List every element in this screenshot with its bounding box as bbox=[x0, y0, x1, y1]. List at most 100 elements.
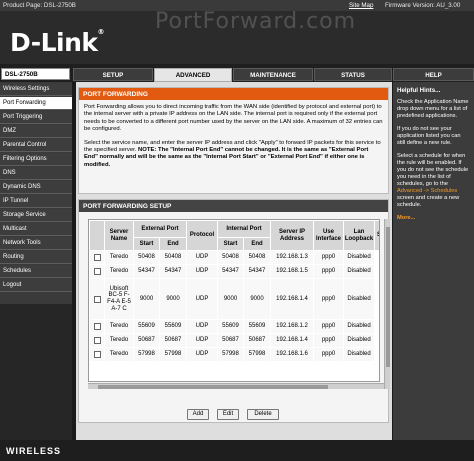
col-server-ip: Server IP Address bbox=[271, 221, 313, 250]
sidebar-item-multicast[interactable]: Multicast bbox=[0, 223, 72, 236]
tab-status[interactable]: STATUS bbox=[314, 68, 392, 81]
cell-server-ip: 192.168.1.4 bbox=[271, 334, 313, 347]
delete-button[interactable]: Delete bbox=[247, 409, 279, 420]
sidebar-item-port-forwarding[interactable]: Port Forwarding bbox=[0, 97, 72, 110]
cell-interface: ppp0 bbox=[314, 279, 343, 319]
horizontal-scrollbar[interactable] bbox=[88, 383, 384, 389]
cell-server-name: Teredo bbox=[105, 334, 133, 347]
model-label: DSL-2750B bbox=[1, 68, 70, 80]
cell-ext-end: 57998 bbox=[160, 348, 186, 361]
cell-int-start: 57998 bbox=[218, 348, 243, 361]
cell-loopback: Disabled bbox=[344, 251, 374, 264]
cell-int-end: 50687 bbox=[244, 334, 270, 347]
tab-help[interactable]: HELP bbox=[393, 68, 474, 81]
description-paragraph-1: Port Forwarding allows you to direct inc… bbox=[84, 104, 383, 133]
row-checkbox-cell bbox=[90, 265, 104, 278]
row-checkbox[interactable] bbox=[93, 295, 101, 303]
cell-server-name: Teredo bbox=[105, 265, 133, 278]
sidebar-item-routing[interactable]: Routing bbox=[0, 251, 72, 264]
hint-2: If you do not see your application liste… bbox=[397, 126, 461, 146]
port-forwarding-title: PORT FORWARDING bbox=[79, 88, 388, 100]
cell-loopback: Disabled bbox=[344, 265, 374, 278]
sidebar-nav: Wireless Settings Port Forwarding Port T… bbox=[0, 82, 72, 304]
cell-loopback: Disabled bbox=[344, 320, 374, 333]
cell-ext-end: 55609 bbox=[160, 320, 186, 333]
cell-server-ip: 192.168.1.5 bbox=[271, 265, 313, 278]
cell-ext-start: 57998 bbox=[134, 348, 159, 361]
watermark: PortForward.com bbox=[155, 9, 357, 34]
port-forwarding-setup-box: PORT FORWARDING SETUP Server Name Extern… bbox=[78, 199, 390, 423]
cell-interface: ppp0 bbox=[314, 348, 343, 361]
row-checkbox-cell bbox=[90, 279, 104, 319]
cell-ext-end: 9000 bbox=[160, 279, 186, 319]
more-link[interactable]: More... bbox=[397, 215, 470, 222]
cell-loopback: Disabled bbox=[344, 334, 374, 347]
cell-int-end: 54347 bbox=[244, 265, 270, 278]
cell-ext-start: 55609 bbox=[134, 320, 159, 333]
hint-1: Check the Application Name drop down men… bbox=[397, 99, 469, 119]
sidebar-item-dns[interactable]: DNS bbox=[0, 167, 72, 180]
add-button[interactable]: Add bbox=[187, 409, 209, 420]
sidebar-item-port-triggering[interactable]: Port Triggering bbox=[0, 111, 72, 124]
horizontal-scroll-thumb[interactable] bbox=[98, 385, 328, 389]
cell-server-name: Ubisoft BC-5 F-F4-A E-5A-7 C bbox=[105, 279, 133, 319]
cell-server-name: Teredo bbox=[105, 320, 133, 333]
cell-int-start: 50687 bbox=[218, 334, 243, 347]
edit-button[interactable]: Edit bbox=[217, 409, 239, 420]
main-content: PORT FORWARDING Port Forwarding allows y… bbox=[76, 82, 392, 440]
sidebar-item-parental-control[interactable]: Parental Control bbox=[0, 139, 72, 152]
sidebar-item-dynamic-dns[interactable]: Dynamic DNS bbox=[0, 181, 72, 194]
row-checkbox[interactable] bbox=[93, 323, 101, 330]
cell-loopback: Disabled bbox=[344, 279, 374, 319]
cell-int-start: 55609 bbox=[218, 320, 243, 333]
setup-title: PORT FORWARDING SETUP bbox=[79, 200, 388, 212]
sidebar-item-logout[interactable]: Logout bbox=[0, 279, 72, 292]
cell-protocol: UDP bbox=[187, 279, 217, 319]
col-use-interface: Use Interface bbox=[314, 221, 343, 250]
schedules-link[interactable]: Advanced -> Schedules bbox=[397, 188, 457, 194]
cell-ext-end: 50687 bbox=[160, 334, 186, 347]
cell-interface: ppp0 bbox=[314, 265, 343, 278]
row-checkbox[interactable] bbox=[93, 337, 101, 344]
cell-protocol: UDP bbox=[187, 334, 217, 347]
firmware-version: Firmware Version: AU_3.00 bbox=[385, 2, 461, 9]
row-checkbox-cell bbox=[90, 334, 104, 347]
sidebar-item-schedules[interactable]: Schedules bbox=[0, 265, 72, 278]
row-checkbox[interactable] bbox=[93, 351, 101, 358]
sidebar-item-wireless-settings[interactable]: Wireless Settings bbox=[0, 83, 72, 96]
sidebar-item-storage-service[interactable]: Storage Service bbox=[0, 209, 72, 222]
port-forwarding-table: Server Name External Port Start End Prot… bbox=[88, 219, 380, 382]
cell-ext-end: 54347 bbox=[160, 265, 186, 278]
sidebar-item-filtering-options[interactable]: Filtering Options bbox=[0, 153, 72, 166]
cell-server-ip: 192.168.1.3 bbox=[271, 251, 313, 264]
port-forwarding-info-box: PORT FORWARDING Port Forwarding allows y… bbox=[78, 87, 389, 194]
cell-server-ip: 192.168.1.6 bbox=[271, 348, 313, 361]
cell-server-ip: 192.168.1.4 bbox=[271, 279, 313, 319]
tab-setup[interactable]: SETUP bbox=[73, 68, 153, 81]
cell-protocol: UDP bbox=[187, 265, 217, 278]
row-checkbox[interactable] bbox=[93, 254, 101, 261]
site-map-link[interactable]: Site Map bbox=[349, 2, 373, 9]
cell-server-name: Teredo bbox=[105, 251, 133, 264]
vertical-scroll-thumb[interactable] bbox=[386, 227, 390, 367]
product-page-label: Product Page: DSL-2750B bbox=[3, 2, 76, 9]
sidebar-item-network-tools[interactable]: Network Tools bbox=[0, 237, 72, 250]
vertical-scrollbar[interactable] bbox=[384, 219, 390, 389]
cell-ext-end: 50408 bbox=[160, 251, 186, 264]
col-select bbox=[90, 221, 104, 250]
col-external-port: External Port bbox=[134, 221, 186, 237]
sidebar-item-ip-tunnel[interactable]: IP Tunnel bbox=[0, 195, 72, 208]
row-checkbox-cell bbox=[90, 251, 104, 264]
cell-server-name: Teredo bbox=[105, 348, 133, 361]
col-external-end: End bbox=[160, 238, 186, 250]
col-internal-end: End bbox=[244, 238, 270, 250]
cell-ext-start: 50408 bbox=[134, 251, 159, 264]
cell-int-start: 9000 bbox=[218, 279, 243, 319]
col-protocol: Protocol bbox=[187, 221, 217, 250]
row-checkbox[interactable] bbox=[93, 268, 101, 275]
cell-int-start: 50408 bbox=[218, 251, 243, 264]
sidebar-item-dmz[interactable]: DMZ bbox=[0, 125, 72, 138]
tab-advanced[interactable]: ADVANCED bbox=[154, 68, 232, 82]
cell-int-end: 57998 bbox=[244, 348, 270, 361]
tab-maintenance[interactable]: MAINTENANCE bbox=[233, 68, 313, 81]
